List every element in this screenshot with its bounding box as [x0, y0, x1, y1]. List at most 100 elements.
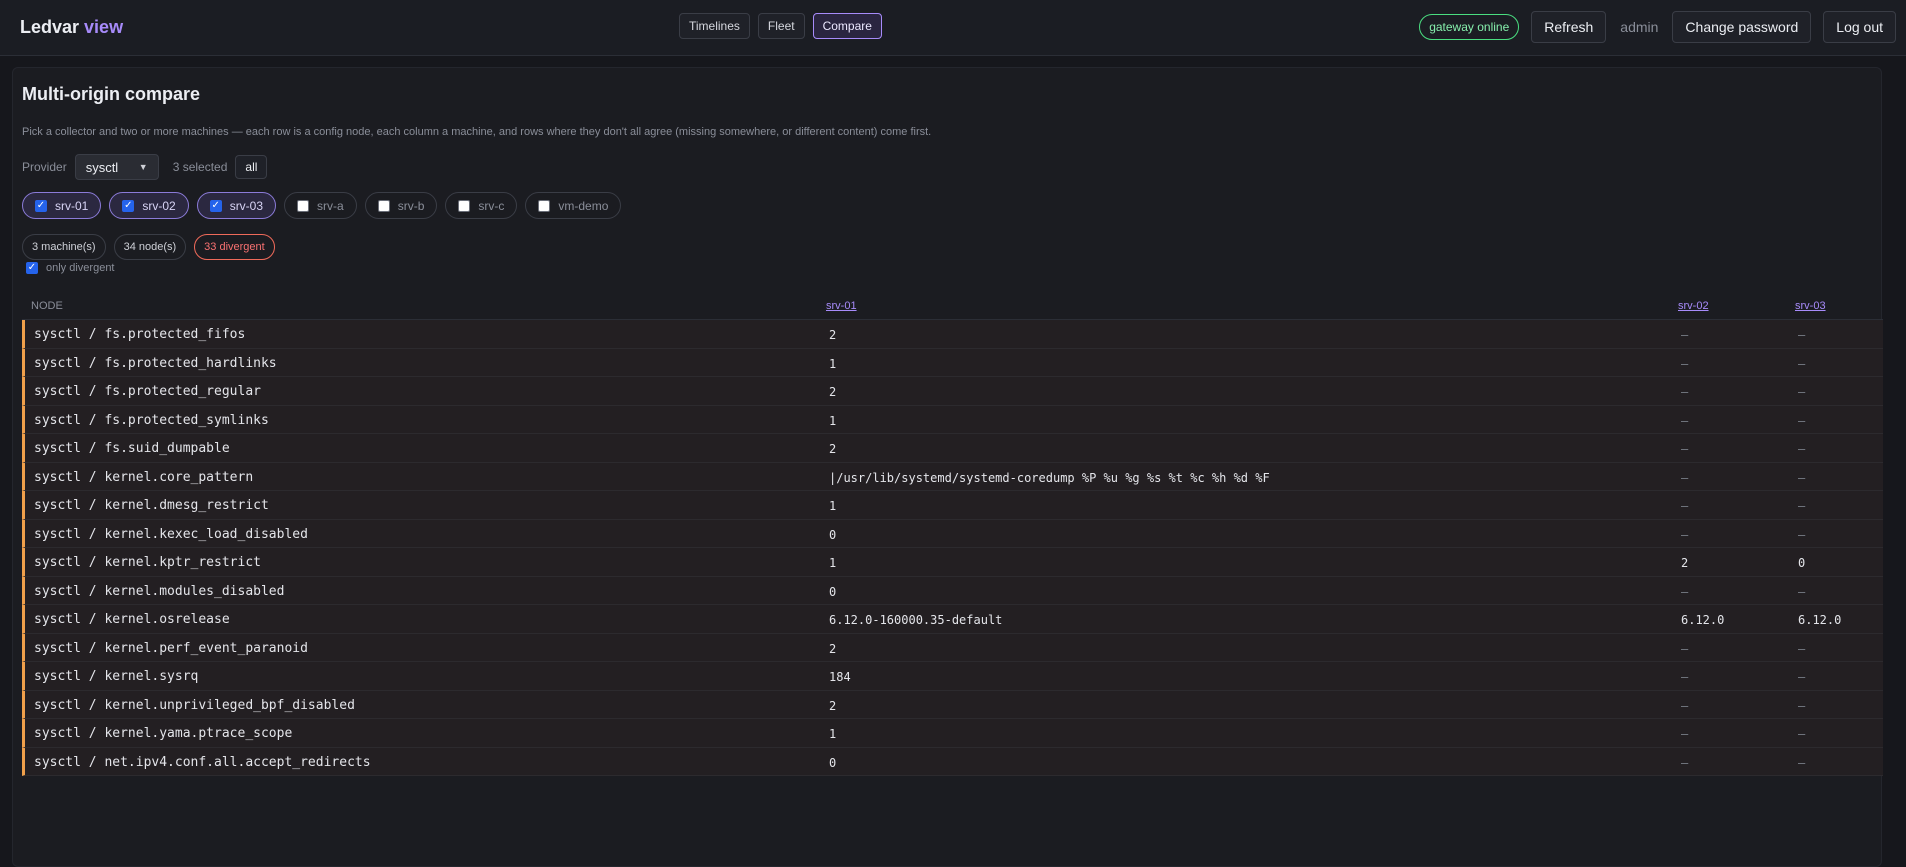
value-cell-v3: —	[1798, 641, 1806, 656]
brand-name: Ledvar	[20, 17, 80, 37]
column-header-srv-02[interactable]: srv-02	[1678, 300, 1709, 312]
column-header-srv-03[interactable]: srv-03	[1795, 300, 1826, 312]
provider-select[interactable]: sysctl ▼	[74, 154, 159, 180]
table-row[interactable]: sysctl / kernel.yama.ptrace_scope 1 — —	[22, 719, 1883, 748]
value-cell-v2: —	[1681, 385, 1689, 399]
checkbox-icon[interactable]	[538, 199, 551, 212]
top-bar: Ledvar view Timelines Fleet Compare gate…	[0, 0, 1906, 56]
table-row[interactable]: sysctl / fs.protected_fifos 2 — —	[22, 320, 1883, 349]
checkbox-checked-icon[interactable]: ✓	[122, 199, 135, 212]
value-cell-v2: —	[1681, 727, 1689, 741]
brand-logo[interactable]: Ledvar view	[20, 17, 123, 38]
only-divergent-label: only divergent	[46, 262, 115, 274]
tab-timelines[interactable]: Timelines	[679, 13, 750, 39]
value-cell-v1: 2	[829, 698, 837, 713]
node-name-cell: sysctl / fs.protected_hardlinks	[34, 355, 277, 371]
column-header-node: NODE	[31, 300, 63, 312]
value-cell-v3: —	[1798, 499, 1806, 513]
checkbox-icon[interactable]	[458, 199, 471, 212]
table-row[interactable]: sysctl / fs.protected_regular 2 — —	[22, 377, 1883, 406]
table-row[interactable]: sysctl / fs.suid_dumpable 2 — —	[22, 434, 1883, 463]
table-row[interactable]: sysctl / fs.protected_symlinks 1 — —	[22, 405, 1883, 434]
selected-count: 3 selected	[172, 160, 228, 174]
select-all-button[interactable]: all	[235, 155, 268, 179]
machine-chip-vm-demo[interactable]: vm-demo	[525, 192, 622, 219]
node-name-cell: sysctl / kernel.modules_disabled	[34, 583, 285, 599]
table-row[interactable]: sysctl / fs.protected_hardlinks 1 — —	[22, 348, 1883, 377]
checkbox-checked-icon[interactable]: ✓	[209, 199, 222, 212]
machine-chip-label: srv-c	[478, 198, 505, 213]
column-header-srv-01[interactable]: srv-01	[826, 300, 857, 312]
value-cell-v2: 6.12.0	[1681, 613, 1725, 627]
value-cell-v2: —	[1681, 356, 1689, 371]
machine-selector: ✓ srv-01 ✓ srv-02 ✓ srv-03 srv-a srv-b s…	[22, 192, 622, 219]
table-header: NODE srv-01 srv-02 srv-03	[22, 294, 1883, 320]
only-divergent-toggle[interactable]: ✓ only divergent	[26, 262, 115, 274]
node-name-cell: sysctl / kernel.osrelease	[34, 612, 230, 627]
brand-accent: view	[84, 17, 124, 37]
checkbox-checked-icon[interactable]: ✓	[26, 262, 38, 274]
value-cell-v1: 0	[829, 584, 837, 599]
table-row[interactable]: sysctl / kernel.core_pattern |/usr/lib/sy…	[22, 462, 1883, 491]
table-row[interactable]: sysctl / kernel.kptr_restrict 1 2 0	[22, 548, 1883, 577]
value-cell-v2: —	[1681, 641, 1689, 656]
node-name-cell: sysctl / fs.protected_symlinks	[34, 412, 269, 428]
value-cell-v2: —	[1681, 499, 1689, 513]
table-row[interactable]: sysctl / kernel.osrelease 6.12.0-160000.3…	[22, 605, 1883, 634]
value-cell-v3: —	[1798, 727, 1806, 741]
checkbox-checked-icon[interactable]: ✓	[35, 199, 47, 212]
value-cell-v1: 0	[829, 755, 837, 770]
logout-button[interactable]: Log out	[1823, 11, 1896, 43]
divergent-count-badge: 33 divergent	[194, 234, 275, 260]
header-actions: gateway online Refresh admin Change pass…	[1419, 11, 1896, 43]
value-cell-v3: —	[1798, 527, 1806, 542]
summary-stats: 3 machine(s) 34 node(s) 33 divergent	[22, 234, 275, 260]
tab-fleet[interactable]: Fleet	[757, 13, 805, 39]
machine-chip-srv-01[interactable]: ✓ srv-01	[22, 192, 102, 219]
value-cell-v1: 184	[829, 670, 851, 684]
value-cell-v1: 2	[829, 442, 837, 456]
machine-chip-srv-03[interactable]: ✓ srv-03	[196, 192, 277, 219]
node-name-cell: sysctl / kernel.yama.ptrace_scope	[34, 726, 293, 741]
node-name-cell: sysctl / fs.protected_regular	[34, 384, 261, 399]
value-cell-v3: —	[1798, 470, 1806, 485]
table-row[interactable]: sysctl / kernel.perf_event_paranoid 2 — —	[22, 633, 1883, 662]
value-cell-v1: 2	[829, 641, 837, 656]
node-name-cell: sysctl / kernel.core_pattern	[34, 469, 254, 485]
username-label: admin	[1620, 19, 1659, 35]
table-row[interactable]: sysctl / kernel.unprivileged_bpf_disable…	[22, 690, 1883, 719]
machine-chip-srv-c[interactable]: srv-c	[445, 192, 518, 219]
refresh-button[interactable]: Refresh	[1531, 11, 1607, 43]
table-row[interactable]: sysctl / kernel.sysrq 184 — —	[22, 662, 1883, 691]
value-cell-v3: —	[1798, 356, 1806, 371]
value-cell-v1: 1	[829, 556, 837, 570]
value-cell-v1: 1	[829, 413, 837, 428]
gateway-status-badge: gateway online	[1419, 14, 1520, 40]
machine-chip-srv-b[interactable]: srv-b	[364, 192, 438, 219]
chevron-down-icon: ▼	[138, 162, 148, 172]
machine-chip-srv-02[interactable]: ✓ srv-02	[109, 192, 189, 219]
value-cell-v1: 2	[829, 385, 837, 399]
value-cell-v3: —	[1798, 442, 1806, 456]
checkbox-icon[interactable]	[297, 199, 310, 212]
machine-chip-label: srv-a	[317, 198, 344, 213]
tab-compare[interactable]: Compare	[812, 13, 882, 39]
value-cell-v2: —	[1681, 470, 1689, 485]
node-name-cell: sysctl / net.ipv4.conf.all.accept_redire…	[34, 754, 371, 770]
table-body: sysctl / fs.protected_fifos 2— —sysctl / f…	[22, 320, 1883, 776]
machine-chip-srv-a[interactable]: srv-a	[284, 192, 357, 219]
value-cell-v1: 6.12.0-160000.35-default	[829, 613, 1003, 627]
machine-chip-label: srv-b	[397, 198, 425, 213]
node-name-cell: sysctl / kernel.perf_event_paranoid	[34, 640, 308, 656]
value-cell-v2: —	[1681, 328, 1689, 342]
provider-label: Provider	[22, 160, 67, 174]
table-row[interactable]: sysctl / kernel.dmesg_restrict 1 — —	[22, 491, 1883, 520]
main-nav: Timelines Fleet Compare	[679, 13, 882, 39]
table-row[interactable]: sysctl / kernel.modules_disabled 0 — —	[22, 576, 1883, 605]
table-row[interactable]: sysctl / kernel.kexec_load_disabled 0 — —	[22, 519, 1883, 548]
node-name-cell: sysctl / kernel.unprivileged_bpf_disable…	[34, 697, 355, 713]
checkbox-icon[interactable]	[377, 199, 390, 212]
table-row[interactable]: sysctl / net.ipv4.conf.all.accept_redire…	[22, 747, 1883, 776]
change-password-button[interactable]: Change password	[1672, 11, 1812, 43]
value-cell-v2: —	[1681, 755, 1689, 770]
